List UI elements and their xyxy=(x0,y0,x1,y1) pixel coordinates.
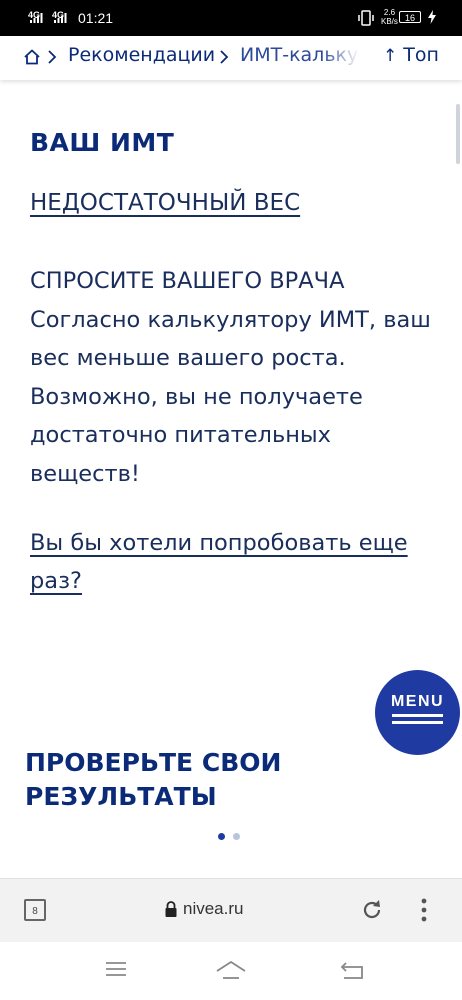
home-nav-icon[interactable] xyxy=(215,960,247,980)
top-label: Топ xyxy=(403,44,439,66)
chevron-right-icon xyxy=(48,50,57,64)
signal-icon-2 xyxy=(54,13,67,23)
reload-icon[interactable] xyxy=(360,898,384,922)
carousel-dot[interactable] xyxy=(233,833,240,840)
section-title-line-2: РЕЗУЛЬТАТЫ xyxy=(25,782,217,811)
scrollbar-thumb[interactable] xyxy=(456,104,460,164)
retry-link[interactable]: Вы бы хотели попробовать еще раз? xyxy=(30,524,450,600)
menu-line-1 xyxy=(392,714,443,717)
tab-switcher-button[interactable]: 8 xyxy=(24,899,46,921)
section-title: ПРОВЕРЬТЕ СВОИ РЕЗУЛЬТАТЫ xyxy=(25,746,281,814)
chevron-right-icon xyxy=(220,50,229,64)
menu-line-2 xyxy=(392,721,443,724)
system-nav-bar xyxy=(0,942,462,1000)
carousel-dots xyxy=(218,826,248,845)
breadcrumb: Рекомендации ИМТ-калькулятор ↑Топ xyxy=(0,36,462,80)
url-field[interactable]: nivea.ru xyxy=(183,899,243,919)
result-link[interactable]: НЕДОСТАТОЧНЫЙ ВЕС xyxy=(30,190,300,216)
more-vert-icon[interactable] xyxy=(420,897,428,923)
menu-label: MENU xyxy=(390,693,445,710)
breadcrumb-fade xyxy=(322,36,380,80)
status-bar: 4G 4G 01:21 2.6 KB/s 16 xyxy=(0,0,462,36)
bmi-heading: ВАШ ИМТ xyxy=(30,128,175,157)
menu-button[interactable]: MENU xyxy=(375,670,460,755)
network-speed: 2.6 KB/s xyxy=(381,8,398,26)
charging-icon xyxy=(428,10,436,24)
advice-text: Согласно калькулятору ИМТ, ваш вес меньш… xyxy=(30,306,431,487)
back-nav-icon[interactable] xyxy=(340,960,364,980)
home-icon[interactable] xyxy=(23,48,41,66)
scroll-top-link[interactable]: ↑ Топ xyxy=(383,44,439,66)
carousel-dot-active[interactable] xyxy=(218,833,225,840)
battery-icon: 16 xyxy=(399,11,421,23)
speed-unit: KB/s xyxy=(381,17,398,26)
advice-title: СПРОСИТЕ ВАШЕГО ВРАЧА xyxy=(30,268,345,294)
menu-lines-icon[interactable] xyxy=(105,960,127,978)
clock: 01:21 xyxy=(78,10,114,26)
speed-value: 2.6 xyxy=(383,8,396,17)
advice-block: СПРОСИТЕ ВАШЕГО ВРАЧА Согласно калькулят… xyxy=(30,262,440,493)
breadcrumb-item-recommendations[interactable]: Рекомендации xyxy=(68,44,215,66)
lock-icon xyxy=(165,901,177,917)
section-title-line-1: ПРОВЕРЬТЕ СВОИ xyxy=(25,748,282,777)
signal-icon xyxy=(30,13,43,23)
vibrate-icon xyxy=(358,10,374,26)
arrow-up-icon: ↑ xyxy=(383,46,398,66)
browser-toolbar: 8 nivea.ru xyxy=(0,878,462,943)
